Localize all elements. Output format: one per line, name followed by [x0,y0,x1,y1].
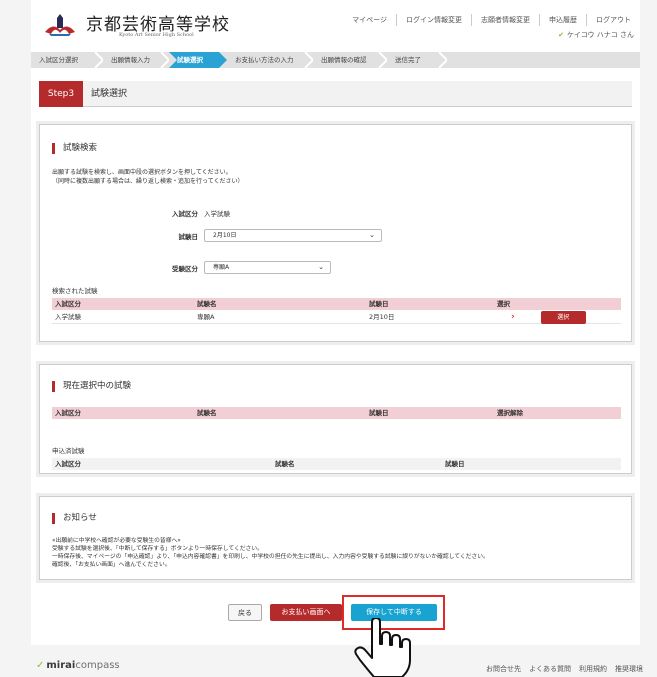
col-exam-date: 試験日 [445,460,465,468]
exam-date-select[interactable]: 2月10日 ⌄ [204,229,382,242]
chevron-down-icon: ⌄ [318,263,324,271]
footer-link-terms[interactable]: 利用規約 [579,664,607,674]
chevron-down-icon: ⌄ [369,231,375,239]
table-row: 入学試験 専願A 2月10日 › 選択 [52,310,621,324]
col-exam-date: 試験日 [369,300,389,308]
col-exam-name: 試験名 [197,409,217,417]
step-4-label: お支払い方法の入力 [235,56,294,64]
step-badge: Step3 [39,81,83,107]
cell-select: › 選択 [494,310,621,324]
nav-logout[interactable]: ログアウト [586,14,640,26]
step-1-label: 入試区分選択 [39,56,78,64]
user-icon: ✔ [558,31,564,39]
search-description-1: 出願する試験を検索し、画面中段の選択ボタンを押してください。 [52,169,232,176]
current-selection-title: 現在選択中の試験 [52,381,131,392]
step-5: 出願情報の確認 [313,52,387,68]
page-container: 京都芸術高等学校 Kyoto Art Senior High School マイ… [31,0,640,645]
nav-login-info[interactable]: ログイン情報変更 [396,14,471,26]
table-header: 入試区分 試験名 試験日 選択解除 [52,407,621,419]
top-navigation: マイページ ログイン情報変更 志願者情報変更 申込履歴 ログアウト [343,14,640,26]
exam-date-row: 試験日 2月10日 ⌄ [138,229,438,243]
step-3: 試験選択 [169,52,227,68]
notice-line-4: 確認後、「お支払い画面」へ進んでください。 [52,562,171,568]
search-description-2: （同時に複数出願する場合は、繰り返し検索・追加を行ってください） [52,178,244,185]
school-logo-icon [45,14,75,36]
exam-date-label: 試験日 [178,233,199,241]
user-info: ✔ ケイコウ ハナコ さん [558,30,634,40]
exam-search-panel: 試験検索 出願する試験を検索し、画面中段の選択ボタンを押してください。 （同時に… [39,124,632,342]
search-results-label: 検索された試験 [52,287,98,295]
exam-search-title: 試験検索 [52,143,97,154]
user-name: ケイコウ ハナコ さん [566,31,634,39]
notice-line-1: «出願前に中学校へ確認が必要な受験生の皆様へ» [52,538,181,544]
exam-type-label: 入試区分 [172,210,198,218]
step-6-label: 送信完了 [395,56,421,64]
step-5-label: 出願情報の確認 [321,56,367,64]
col-exam-type: 入試区分 [55,409,81,417]
col-exam-date: 試験日 [369,409,389,417]
nav-applicant-info[interactable]: 志願者情報変更 [471,14,539,26]
step-title: 試験選択 [91,89,128,99]
cell-exam-type: 入学試験 [55,313,81,321]
hand-pointer-icon [354,618,411,677]
miraicompass-logo: ✓ miraicompass [36,660,120,671]
step-2-label: 出願情報入力 [111,56,150,64]
miraicompass-logo-icon: ✓ [36,660,45,671]
footer-link-faq[interactable]: よくある質問 [529,664,571,674]
exam-category-value: 専願A [213,264,230,271]
step-6: 送信完了 [387,52,447,68]
table-header: 入試区分 試験名 試験日 [52,458,621,470]
applied-exams-table: 入試区分 試験名 試験日 [52,458,621,470]
notice-line-3: 一時保存後、マイページの「申込確認」より、「申込内容確認書」を印刷し、中学校の担… [52,554,489,560]
cell-exam-name: 専願A [197,313,215,321]
select-exam-button[interactable]: 選択 [540,311,586,324]
col-exam-type: 入試区分 [55,300,81,308]
cell-exam-date: 2月10日 [369,313,395,321]
logo-text-bold: mirai [46,660,76,671]
exam-category-row: 受験区分 専願A ⌄ [138,261,438,275]
progress-steps: 入試区分選択 出願情報入力 試験選択 お支払い方法の入力 出願情報の確認 送信完… [31,52,640,68]
col-exam-name: 試験名 [275,460,295,468]
notice-line-2: 受験する試験を選択後、「中断して保存する」ボタンより一時保存してください。 [52,546,263,552]
go-to-payment-button[interactable]: お支払い画面へ [270,604,342,621]
step-heading: Step3 試験選択 [39,81,632,107]
chevron-right-icon: › [511,312,515,322]
step-3-label: 試験選択 [177,56,203,64]
current-selection-panel: 現在選択中の試験 入試区分 試験名 試験日 選択解除 申込済試験 入試区分 試験… [39,364,632,474]
footer-links: お問合せ先 よくある質問 利用規約 推奨環境 [486,664,643,674]
notice-panel: お知らせ «出願前に中学校へ確認が必要な受験生の皆様へ» 受験する試験を選択後、… [39,496,632,580]
step-4: お支払い方法の入力 [227,52,313,68]
exam-type-value: 入学試験 [204,210,230,218]
nav-mypage[interactable]: マイページ [343,14,396,26]
table-header: 入試区分 試験名 試験日 選択 [52,298,621,310]
step-2: 出願情報入力 [103,52,169,68]
col-deselect: 選択解除 [497,409,523,417]
nav-history[interactable]: 申込履歴 [539,14,586,26]
current-selection-table: 入試区分 試験名 試験日 選択解除 [52,407,621,419]
step-1: 入試区分選択 [31,52,103,68]
col-exam-name: 試験名 [197,300,217,308]
footer-link-environment[interactable]: 推奨環境 [615,664,643,674]
col-exam-type: 入試区分 [55,460,81,468]
logo-text: compass [75,660,120,671]
exam-date-value: 2月10日 [213,232,237,239]
back-button[interactable]: 戻る [228,604,262,621]
notice-title: お知らせ [52,513,97,524]
col-select: 選択 [497,300,510,308]
search-results-table: 入試区分 試験名 試験日 選択 入学試験 専願A 2月10日 › 選択 [52,298,621,324]
exam-type-row: 入試区分 入学試験 [138,208,438,220]
exam-category-label: 受験区分 [172,265,198,273]
school-subtitle: Kyoto Art Senior High School [119,32,194,38]
footer-link-contact[interactable]: お問合せ先 [486,664,521,674]
applied-exams-label: 申込済試験 [52,447,85,455]
exam-category-select[interactable]: 専願A ⌄ [204,261,331,274]
